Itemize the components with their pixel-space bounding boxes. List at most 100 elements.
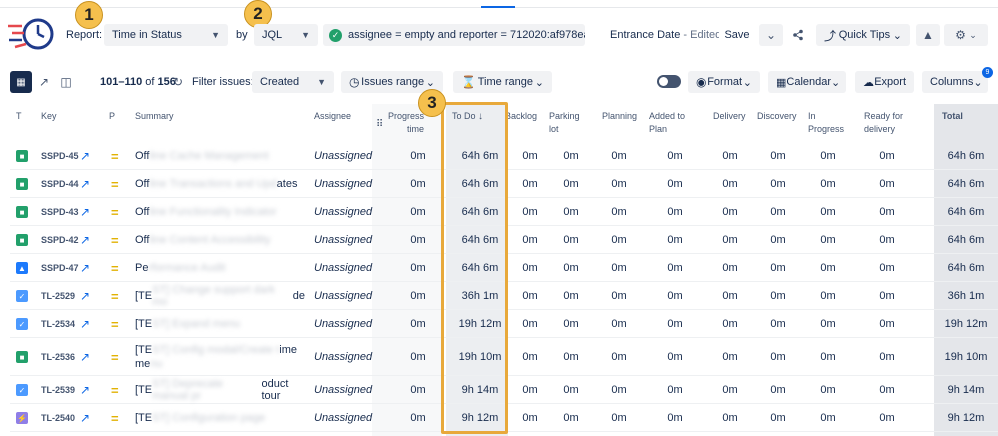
issue-key-link[interactable]: TL-2540 (41, 404, 81, 432)
priority-cell: = (111, 254, 123, 282)
total-cell: 36h 1m (947, 290, 985, 302)
by-label: by (236, 29, 248, 41)
chevron-down-icon: ⌄ (831, 76, 841, 89)
summary-suffix: oduct tour (261, 378, 289, 402)
added-cell: 0m (667, 206, 683, 218)
summary-cell[interactable]: Off line Functionality Indicator (135, 198, 305, 226)
issue-key-link[interactable]: SSPD-44 (41, 170, 81, 198)
issue-chart-link[interactable]: ↗ (80, 142, 94, 170)
export-button[interactable]: ☁ Export (855, 71, 914, 93)
issue-key-link[interactable]: TL-2534 (41, 310, 81, 338)
issue-chart-link[interactable]: ↗ (80, 282, 94, 310)
save-options-chevron-icon[interactable]: ⌄ (759, 24, 783, 46)
discovery-cell: 0m (770, 150, 786, 162)
issue-key-link[interactable]: SSPD-47 (41, 254, 81, 282)
in-progress-cell: 0m (820, 384, 836, 396)
delivery-cell: 0m (722, 262, 738, 274)
in-progress-cell: 0m (820, 178, 836, 190)
summary-cell[interactable]: Pe rformance Audit (135, 254, 305, 282)
discovery-cell: 0m (770, 384, 786, 396)
settings-gear-icon[interactable]: ⚙ ⌄ (944, 24, 988, 46)
report-type-select[interactable]: Time in Status ▼ (104, 24, 228, 46)
ready-cell: 0m (879, 351, 895, 363)
pagination-range: 101–110 (100, 76, 143, 88)
chevron-down-icon: ⌄ (425, 76, 435, 89)
issue-chart-link[interactable]: ↗ (80, 226, 94, 254)
progress-cell: 0m (410, 262, 426, 274)
assignee-cell: Unassigned (314, 412, 373, 424)
grid-view-icon[interactable]: ▦ (10, 71, 32, 93)
summary-prefix: Off (135, 206, 150, 218)
time-range-label: Time range (477, 76, 533, 88)
trend-chart-icon: ↗ (80, 233, 91, 247)
trend-chart-icon: ↗ (80, 317, 91, 331)
ready-cell: 0m (879, 262, 895, 274)
issue-key-link[interactable]: TL-2536 (41, 338, 81, 376)
summary-cell[interactable]: [TE ST] Change support dark mo de (135, 282, 305, 310)
save-button[interactable]: Save (719, 24, 755, 46)
total-cell: 19h 10m (944, 351, 988, 363)
quick-tips-button[interactable]: ⤴ Quick Tips ⌄ (816, 24, 910, 46)
summary-prefix: Off (135, 150, 150, 162)
refresh-icon[interactable]: ↻ (173, 75, 183, 89)
summary-cell[interactable]: Off line Transactions and Upd ates (135, 170, 305, 198)
pivot-view-icon[interactable]: ◫ (56, 71, 76, 93)
summary-line2-prefix: me (135, 358, 151, 370)
issue-chart-link[interactable]: ↗ (80, 404, 94, 432)
delivery-cell: 0m (722, 290, 738, 302)
issue-key-link[interactable]: TL-2529 (41, 282, 81, 310)
jql-query-field[interactable]: ✓ assignee = empty and reporter = 712020… (323, 24, 585, 46)
planning-cell: 0m (611, 178, 627, 190)
priority-cell: = (111, 310, 123, 338)
issue-key-link[interactable]: SSPD-42 (41, 226, 81, 254)
issue-key-link[interactable]: SSPD-43 (41, 198, 81, 226)
format-button[interactable]: ◉ Format ⌄ (688, 71, 760, 93)
issue-key-link[interactable]: SSPD-45 (41, 142, 81, 170)
summary-cell[interactable]: [TE ST] Expand menu (135, 310, 305, 338)
issue-key-link[interactable]: TL-2539 (41, 376, 81, 404)
summary-redacted: line Functionality Indicator (149, 206, 277, 218)
quick-tips-label: Quick Tips (838, 29, 891, 41)
parking-cell: 0m (563, 206, 579, 218)
summary-cell[interactable]: [TEST] Config modal/Create time menu (135, 338, 305, 376)
filter-issues-select[interactable]: Created ▼ (252, 71, 334, 93)
in-progress-cell: 0m (820, 262, 836, 274)
calendar-button[interactable]: ▦ Calendar ⌄ (768, 71, 846, 93)
rocket-icon[interactable]: ▲ (916, 24, 940, 46)
by-select[interactable]: JQL ▼ (254, 24, 318, 46)
issue-chart-link[interactable]: ↗ (80, 170, 94, 198)
issue-chart-link[interactable]: ↗ (80, 310, 94, 338)
planning-cell: 0m (611, 384, 627, 396)
issue-chart-link[interactable]: ↗ (80, 254, 94, 282)
issue-chart-link[interactable]: ↗ (80, 376, 94, 404)
summary-cell[interactable]: [TE ST] Deprecate manual pr oduct tour (135, 376, 305, 404)
planning-cell: 0m (611, 412, 627, 424)
added-cell: 0m (667, 384, 683, 396)
time-range-button[interactable]: ⌛ Time range ⌄ (453, 71, 552, 93)
summary-cell[interactable]: Off line Content Accessibility (135, 226, 305, 254)
columns-button[interactable]: Columns ⌄ (922, 71, 988, 93)
delivery-cell: 0m (722, 206, 738, 218)
issue-chart-link[interactable]: ↗ (80, 338, 94, 376)
issue-chart-link[interactable]: ↗ (80, 198, 94, 226)
entrance-date-title[interactable]: Entrance Date - Edited (610, 29, 721, 41)
export-label: Export (874, 76, 906, 88)
progress-cell: 0m (410, 412, 426, 424)
summary-prefix: [TE (135, 344, 153, 356)
progress-cell: 0m (410, 384, 426, 396)
backlog-cell: 0m (522, 150, 538, 162)
chart-view-icon[interactable]: ↗ (34, 71, 54, 93)
priority-medium-icon: = (111, 410, 119, 426)
app-logo-icon (8, 18, 54, 50)
toggle-switch[interactable] (657, 75, 681, 88)
discovery-cell: 0m (770, 318, 786, 330)
issue-type-cell: ■ (16, 142, 30, 170)
top-tab-strip (0, 0, 998, 8)
summary-redacted: rformance Audit (148, 262, 226, 274)
summary-cell[interactable]: Off line Cache Management (135, 142, 305, 170)
share-icon[interactable] (786, 24, 810, 46)
priority-medium-icon: = (111, 316, 119, 332)
priority-cell: = (111, 226, 123, 254)
total-cell: 64h 6m (947, 206, 985, 218)
summary-cell[interactable]: [TE ST] Configuration page (135, 404, 305, 432)
